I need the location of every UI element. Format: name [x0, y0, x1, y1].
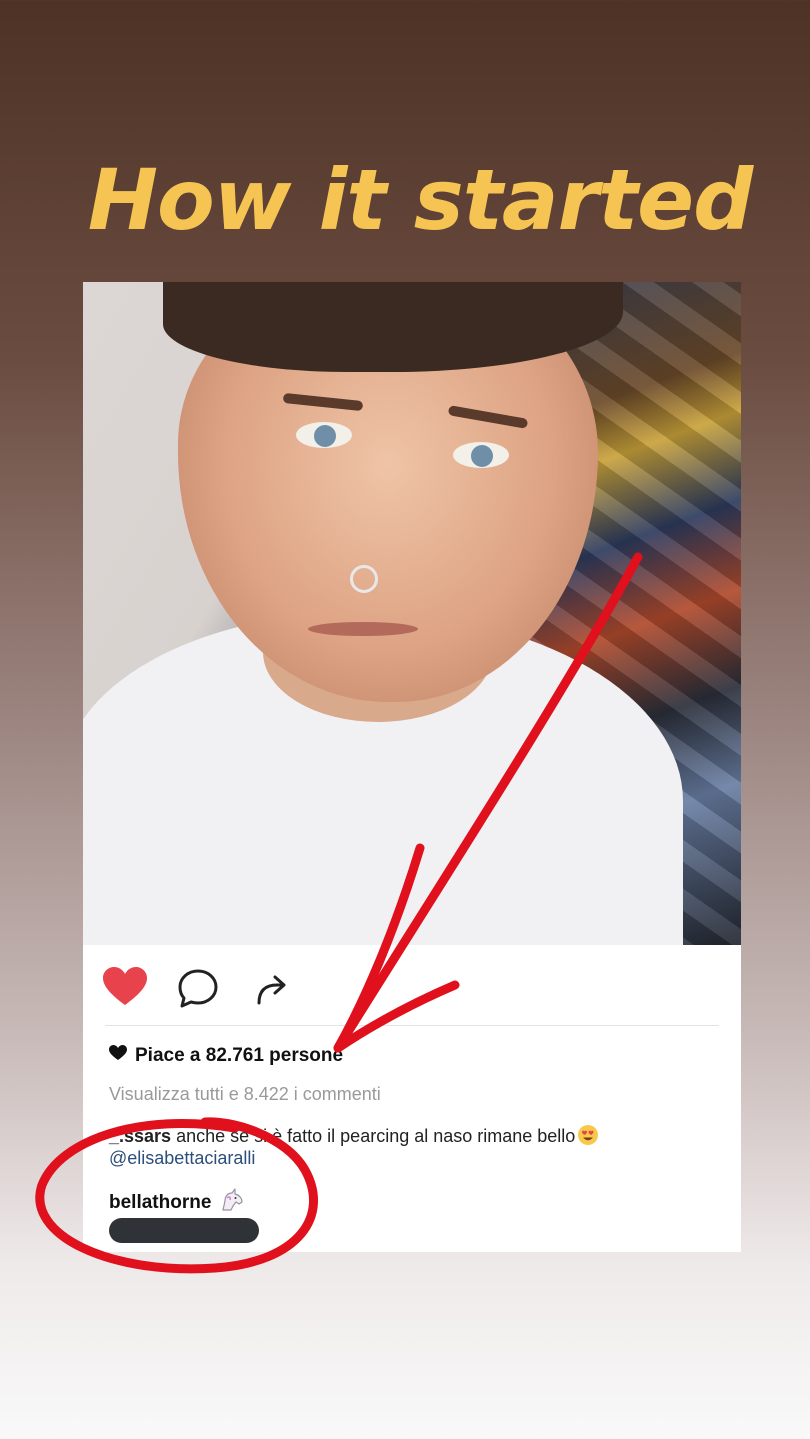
small-heart-icon — [109, 1045, 127, 1067]
post-actions — [103, 967, 363, 1011]
post-divider — [105, 1025, 719, 1026]
instagram-post-card: Piace a 82.761 persone Visualizza tutti … — [83, 282, 741, 1252]
share-icon[interactable] — [253, 969, 293, 1014]
highlighted-username[interactable]: bellathorne — [109, 1188, 245, 1218]
comment-mention[interactable]: @elisabettaciaralli — [109, 1148, 255, 1169]
comment-text: anche se si è fatto il pearcing al naso … — [176, 1126, 576, 1146]
mouth — [308, 622, 418, 636]
likes-text: Piace a 82.761 persone — [135, 1045, 344, 1066]
comment: _.ssars anche se si è fatto il pearcing … — [109, 1124, 599, 1151]
nose-ring — [350, 565, 378, 593]
left-eye — [296, 422, 352, 448]
likes-count[interactable]: Piace a 82.761 persone — [109, 1045, 343, 1067]
heart-eyes-emoji-icon — [577, 1124, 599, 1151]
story-title: How it started — [87, 151, 754, 249]
view-all-comments-link[interactable]: Visualizza tutti e 8.422 i commenti — [109, 1084, 381, 1105]
redacted-text-bar — [109, 1218, 259, 1243]
username-text: bellathorne — [109, 1192, 212, 1213]
comment-icon[interactable] — [177, 969, 219, 1014]
post-photo[interactable] — [83, 282, 741, 945]
right-eye — [453, 442, 509, 468]
comment-username[interactable]: _.ssars — [109, 1126, 171, 1146]
heart-icon[interactable] — [103, 967, 147, 1012]
unicorn-icon — [219, 1188, 245, 1218]
